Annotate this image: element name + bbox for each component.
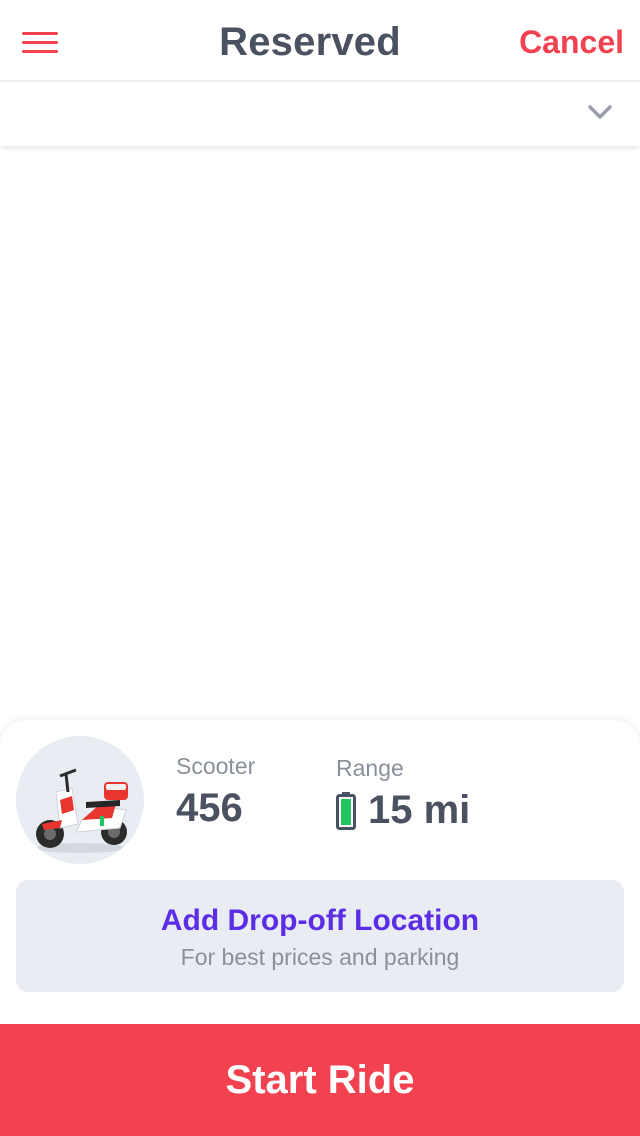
cancel-button[interactable]: Cancel xyxy=(519,24,624,61)
start-ride-button[interactable]: Start Ride xyxy=(0,1024,640,1136)
map-view[interactable] xyxy=(0,150,640,720)
range-value: 15 mi xyxy=(368,788,471,832)
dropoff-subtitle: For best prices and parking xyxy=(180,944,460,970)
dropoff-title: Add Drop-off Location xyxy=(160,904,480,937)
range-label: Range xyxy=(336,755,404,781)
add-dropoff-location-button[interactable]: Add Drop-off Location For best prices an… xyxy=(16,880,624,992)
top-nav-bar: Reserved Cancel xyxy=(0,0,640,82)
vehicle-type-label: Scooter xyxy=(176,753,256,779)
vehicle-number: 456 xyxy=(176,786,243,830)
vehicle-info-sheet: Scooter 456 Range 15 mi Add Drop-off Loc… xyxy=(0,720,640,1024)
collapsible-panel[interactable] xyxy=(0,84,640,146)
battery-icon xyxy=(336,792,356,830)
scooter-image xyxy=(16,736,144,864)
chevron-down-icon[interactable] xyxy=(586,102,614,122)
